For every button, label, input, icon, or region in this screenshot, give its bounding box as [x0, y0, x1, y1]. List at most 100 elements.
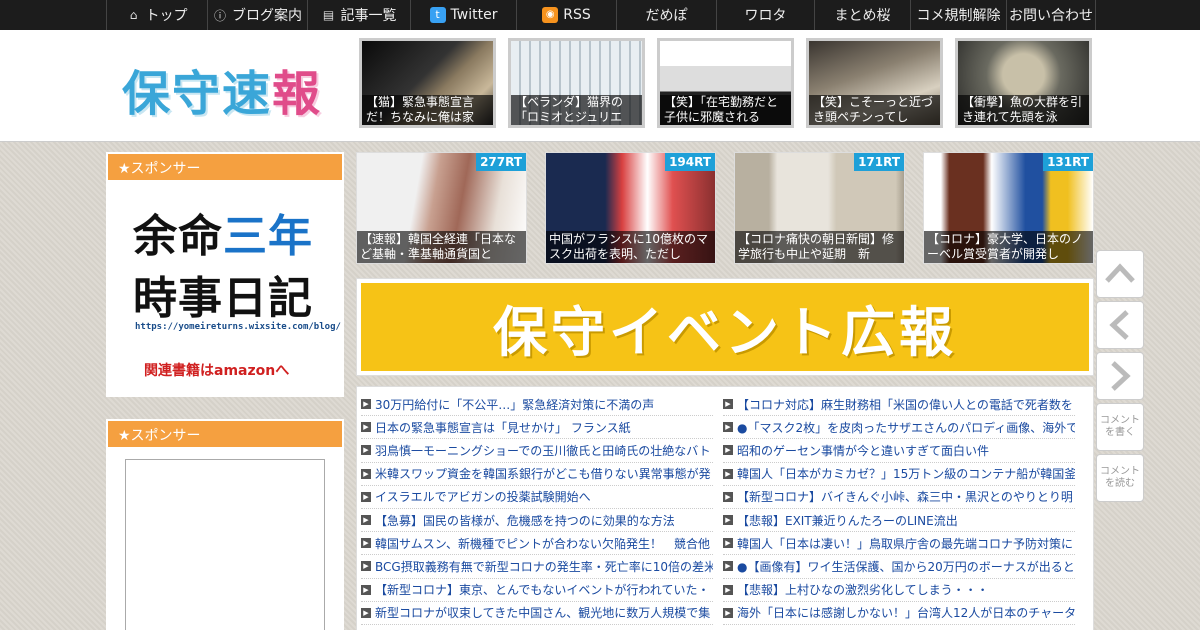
home-icon: ⌂ [129, 8, 138, 22]
comment-write-button[interactable]: コメントを書く [1096, 403, 1144, 451]
twitter-icon: t [429, 7, 446, 23]
nav-item-rss[interactable]: ◉ RSS [516, 0, 616, 30]
sponsor-widget-title: ★スポンサー [106, 152, 344, 182]
nav-item-contact[interactable]: お問い合わせ [1006, 0, 1096, 30]
nav-label: まとめ桜 [834, 8, 891, 24]
article-link[interactable]: ▶ 30万円給付に「不公平…」緊急経済対策に不満の声 [361, 393, 713, 417]
nav-label: だめぽ [645, 8, 688, 24]
info-icon: ⓘ [213, 8, 226, 23]
rt-card[interactable]: 171RT 【コロナ痛快の朝日新聞】修学旅行も中止や延期 新 [734, 152, 905, 264]
amazon-link[interactable]: 関連書籍はamazonへ [144, 360, 289, 380]
event-banner[interactable]: 保守イベント広報 [356, 278, 1094, 376]
arrow-icon: ▶ [723, 538, 733, 549]
rt-badge: 194RT [665, 153, 715, 171]
header-thumb[interactable]: 【笑】こそーっと近づき頭ペチンってし [806, 38, 943, 128]
rt-badge: 171RT [854, 153, 904, 171]
rss-icon: ◉ [542, 7, 559, 23]
nav-label: RSS [563, 7, 591, 23]
sidebar: ★スポンサー 余命三年 時事日記 https://yomeireturns.wi… [106, 152, 344, 630]
article-link[interactable]: ▶ 【新型コロナ】バイきんぐ小峠、森三中・黒沢とのやりとり明 [723, 486, 1075, 509]
rt-caption: 【速報】韓国全経連「日本など基軸・準基軸通貨国と [357, 231, 526, 263]
article-link[interactable]: ▶ 韓国人「日本がカミカゼ？」15万トン級のコンテナ船が韓国釜 [723, 463, 1075, 486]
article-link[interactable]: ▶ 【急募】国民の皆様が、危機感を持つのに効果的な方法 [361, 509, 713, 533]
ad-title-line1: 余命三年 [133, 211, 313, 262]
ad-title-line2: 時事日記 [133, 273, 313, 324]
chevron-left-icon [1109, 310, 1129, 340]
floating-buttons: コメントを書く コメントを読む [1096, 250, 1146, 505]
rt-card[interactable]: 131RT 【コロナ】豪大学、日本のノーベル賞受賞者が開発し [923, 152, 1094, 264]
arrow-icon: ▶ [723, 515, 733, 526]
article-link[interactable]: ▶ BCG摂取義務有無で新型コロナの発生率・死亡率に10倍の差米 [361, 555, 713, 579]
arrow-icon: ▶ [361, 468, 371, 479]
nav-item-damepo[interactable]: だめぽ [616, 0, 716, 30]
nav-item-twitter[interactable]: t Twitter [410, 0, 516, 30]
article-link[interactable]: ▶ 【新型コロナ】東京、とんでもないイベントが行われていた・ [361, 579, 713, 602]
nav-label: トップ [145, 8, 188, 24]
links-column-right: ▶ 【コロナ対応】麻生財務相「米国の偉い人との電話で死者数を ▶ ●「マスク2枚」を… [723, 393, 1075, 630]
article-links: ▶ 30万円給付に「不公平…」緊急経済対策に不満の声 ▶ 日本の緊急事態宣言は「見せ… [356, 386, 1094, 630]
thumb-caption: 【笑】「在宅勤務だと子供に邪魔される [660, 95, 791, 125]
article-link[interactable]: ▶ 【悲報】EXIT兼近りんたろーのLINE流出 [723, 509, 1075, 533]
nav-items: ⌂ トップ ⓘ ブログ案内 ▤ 記事一覧 t Twitter ◉ RSS だめぽ… [106, 0, 1096, 30]
nav-item-blog-guide[interactable]: ⓘ ブログ案内 [207, 0, 307, 30]
article-link[interactable]: ▶ イスラエルでアビガンの投薬試験開始へ [361, 486, 713, 509]
arrow-icon: ▶ [361, 445, 371, 456]
nav-item-warota[interactable]: ワロタ [716, 0, 814, 30]
article-link[interactable]: ▶ ●「マスク2枚」を皮肉ったサザエさんのパロディ画像、海外で [723, 416, 1075, 440]
list-icon: ▤ [322, 8, 335, 22]
article-link[interactable]: ▶ 韓国サムスン、新機種でピントが合わない欠陥発生！ 競合他 [361, 532, 713, 556]
arrow-icon: ▶ [723, 561, 733, 572]
rt-caption: 【コロナ痛快の朝日新聞】修学旅行も中止や延期 新 [735, 231, 904, 263]
arrow-icon: ▶ [723, 445, 733, 456]
thumb-caption: 【笑】こそーっと近づき頭ペチンってし [809, 95, 940, 125]
article-link[interactable]: ▶ 新型コロナが収束してきた中国さん、観光地に数万人規模で集 [361, 602, 713, 625]
arrow-icon: ▶ [723, 422, 733, 433]
popular-rt-row: 277RT 【速報】韓国全経連「日本など基軸・準基軸通貨国と 194RT 中国が… [356, 152, 1094, 264]
thumb-caption: 【ベランダ】猫界の「ロミオとジュリエ [511, 95, 642, 125]
rt-caption: 中国がフランスに10億枚のマスク出荷を表明、ただし [546, 231, 715, 263]
article-link[interactable]: ▶ 米韓スワップ資金を韓国系銀行がどこも借りない異常事態が発 [361, 463, 713, 486]
arrow-icon: ▶ [723, 468, 733, 479]
sponsor-ad-yomei[interactable]: 余命三年 時事日記 https://yomeireturns.wixsite.c… [106, 182, 344, 397]
arrow-icon: ▶ [723, 399, 733, 410]
nav-item-comment-unblock[interactable]: コメ規制解除 [910, 0, 1006, 30]
rt-card[interactable]: 194RT 中国がフランスに10億枚のマスク出荷を表明、ただし [545, 152, 716, 264]
sponsor-ad-2 [106, 449, 344, 630]
header-thumb[interactable]: 【ベランダ】猫界の「ロミオとジュリエ [508, 38, 645, 128]
article-link[interactable]: ▶ 【悲報】上村ひなの激烈劣化してしまう・・・ [723, 579, 1075, 602]
main-content: 277RT 【速報】韓国全経連「日本など基軸・準基軸通貨国と 194RT 中国が… [356, 152, 1094, 630]
rt-card[interactable]: 277RT 【速報】韓国全経連「日本など基軸・準基軸通貨国と [356, 152, 527, 264]
article-link[interactable]: ▶ 羽鳥慎一モーニングショーでの玉川徹氏と田崎氏の壮絶なバト [361, 439, 713, 463]
rt-badge: 131RT [1043, 153, 1093, 171]
banner-text: 保守イベント広報 [361, 283, 1089, 371]
arrow-icon: ▶ [361, 399, 371, 410]
scroll-top-button[interactable] [1096, 250, 1144, 298]
chevron-up-icon [1105, 263, 1135, 283]
header-thumb[interactable]: 【笑】「在宅勤務だと子供に邪魔される [657, 38, 794, 128]
thumb-caption: 【衝撃】魚の大群を引き連れて先頭を泳 [958, 95, 1089, 125]
rt-caption: 【コロナ】豪大学、日本のノーベル賞受賞者が開発し [924, 231, 1093, 263]
nav-item-matome-sakura[interactable]: まとめ桜 [814, 0, 910, 30]
article-link[interactable]: ▶ 【コロナ対応】麻生財務相「米国の偉い人との電話で死者数を [723, 393, 1075, 417]
site-logo[interactable]: 保守速報 [122, 54, 322, 124]
arrow-icon: ▶ [361, 491, 371, 502]
article-link[interactable]: ▶ 日本の緊急事態宣言は「見せかけ」 フランス紙 [361, 416, 713, 440]
comment-read-button[interactable]: コメントを読む [1096, 454, 1144, 502]
article-link[interactable]: ▶ 韓国人「日本は凄い！」鳥取県庁舎の最先端コロナ予防対策に [723, 532, 1075, 556]
header-thumb[interactable]: 【衝撃】魚の大群を引き連れて先頭を泳 [955, 38, 1092, 128]
arrow-icon: ▶ [723, 607, 733, 618]
arrow-icon: ▶ [723, 584, 733, 595]
next-article-button[interactable] [1096, 352, 1144, 400]
nav-item-article-list[interactable]: ▤ 記事一覧 [307, 0, 410, 30]
article-link[interactable]: ▶ ●【画像有】ワイ生活保護、国から20万円のボーナスが出ると知 [723, 555, 1075, 579]
header-thumb[interactable]: 【猫】緊急事態宣言だ！ちなみに俺は家 [359, 38, 496, 128]
rt-badge: 277RT [476, 153, 526, 171]
article-link[interactable]: ▶ 海外「日本には感謝しかない！」台湾人12人が日本のチャータ [723, 602, 1075, 625]
arrow-icon: ▶ [361, 422, 371, 433]
nav-label: ブログ案内 [232, 8, 302, 24]
prev-article-button[interactable] [1096, 301, 1144, 349]
nav-item-top[interactable]: ⌂ トップ [106, 0, 207, 30]
ad-frame[interactable] [125, 459, 325, 630]
nav-label: お問い合わせ [1009, 8, 1093, 24]
article-link[interactable]: ▶ 昭和のゲーセン事情が今と違いすぎて面白い件 [723, 439, 1075, 463]
